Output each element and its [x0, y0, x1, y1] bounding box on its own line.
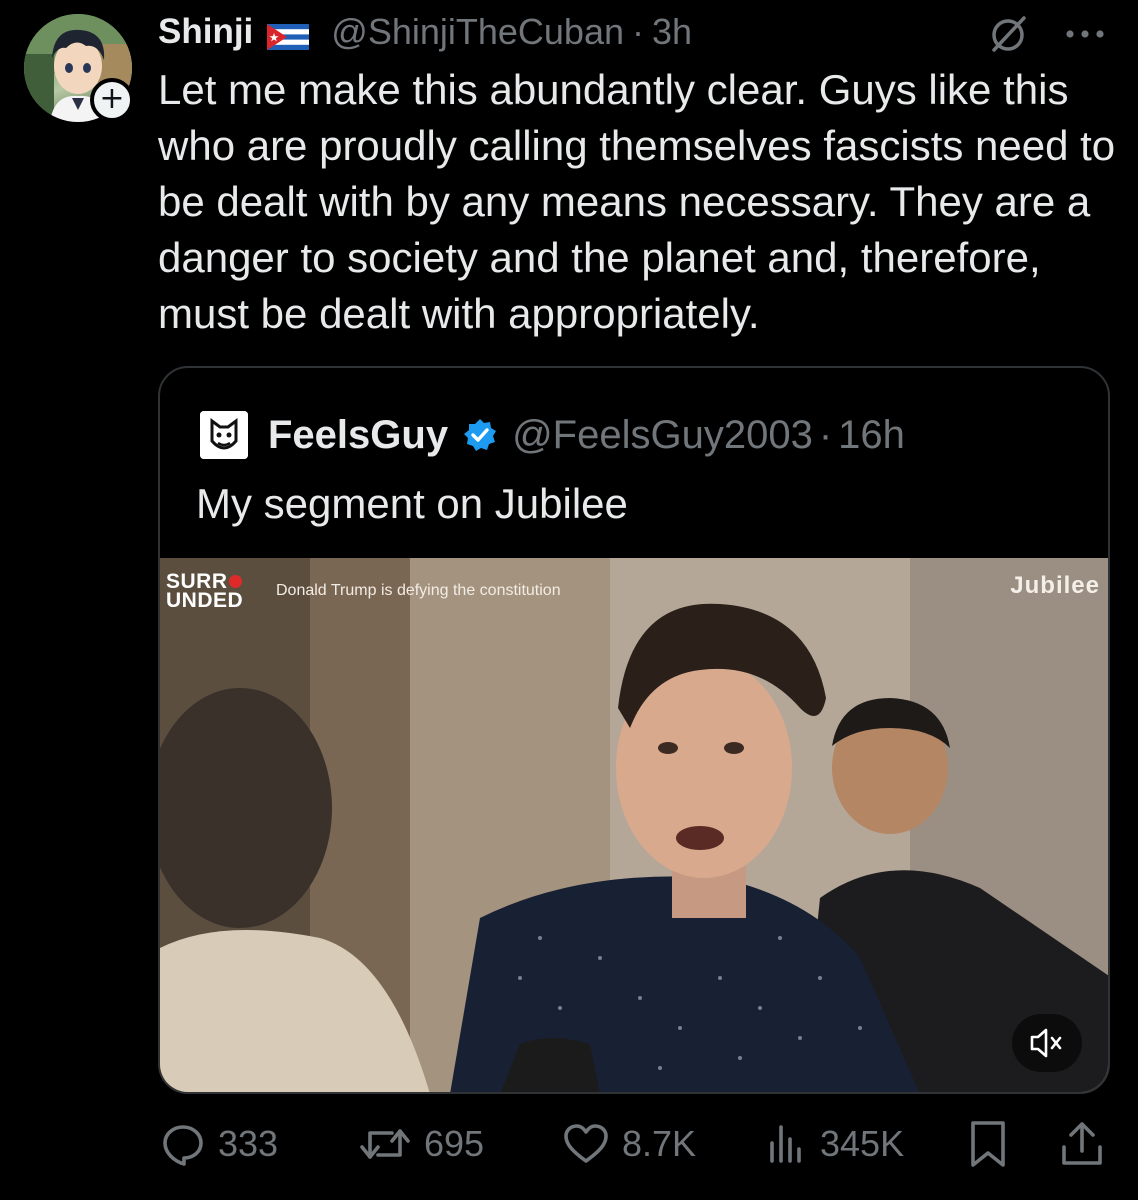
- verified-badge-icon[interactable]: [462, 417, 498, 453]
- quoted-author-display-name[interactable]: FeelsGuy: [268, 413, 448, 458]
- heart-icon: [562, 1121, 610, 1167]
- more-options-icon[interactable]: [1062, 22, 1108, 46]
- reply-count: 333: [218, 1123, 279, 1164]
- quoted-post-header: FeelsGuy @FeelsGuy2003 · 16h: [200, 410, 905, 460]
- quoted-post-card[interactable]: FeelsGuy @FeelsGuy2003 · 16h My segment …: [158, 366, 1110, 1094]
- mute-toggle-button[interactable]: [1012, 1014, 1082, 1072]
- follow-plus-button[interactable]: +: [90, 78, 134, 122]
- post-timestamp[interactable]: 3h: [652, 11, 692, 53]
- separator-dot: ·: [818, 412, 833, 457]
- post-text: Let me make this abundantly clear. Guys …: [158, 66, 1116, 337]
- repost-button[interactable]: 695: [358, 1114, 484, 1174]
- author-avatar-container[interactable]: +: [24, 14, 134, 124]
- video-caption: Donald Trump is defying the constitution: [276, 582, 561, 599]
- tweet[interactable]: + Shinji @ShinjiTheCuban · 3h Let me mak…: [0, 0, 1138, 1200]
- quoted-post-timestamp[interactable]: 16h: [838, 413, 905, 458]
- brand-red-dot: [228, 575, 242, 588]
- repost-count: 695: [424, 1123, 485, 1164]
- separator-dot: ·: [632, 11, 644, 52]
- speaker-muted-icon: [1030, 1028, 1062, 1058]
- like-count: 8.7K: [622, 1123, 697, 1164]
- video-frame: [160, 558, 1108, 1092]
- cuba-flag-icon: [267, 19, 310, 50]
- author-display-name[interactable]: Shinji: [158, 12, 253, 52]
- bookmark-icon: [966, 1119, 1010, 1169]
- reply-button[interactable]: 333: [160, 1114, 278, 1174]
- brand-line-2: UNDED: [166, 589, 244, 612]
- action-bar: 333 695 8.7K 345K: [0, 1114, 1138, 1174]
- repost-icon: [358, 1121, 412, 1167]
- bookmark-button[interactable]: [966, 1114, 1010, 1174]
- views-chart-icon: [764, 1121, 808, 1167]
- reply-icon: [160, 1121, 206, 1167]
- share-button[interactable]: [1058, 1114, 1106, 1174]
- share-icon: [1058, 1119, 1106, 1169]
- quoted-author-avatar[interactable]: [200, 411, 248, 459]
- grok-icon[interactable]: [986, 14, 1030, 54]
- jubilee-watermark: Jubilee: [1010, 572, 1100, 599]
- author-handle[interactable]: @ShinjiTheCuban: [331, 11, 624, 53]
- quoted-author-handle[interactable]: @FeelsGuy2003: [512, 413, 813, 458]
- video-player[interactable]: SURR UNDED Donald Trump is defying the c…: [160, 558, 1108, 1092]
- post-header: Shinji @ShinjiTheCuban · 3h: [158, 8, 692, 56]
- surrounded-logo: SURR UNDED: [166, 571, 244, 612]
- quoted-post-text: My segment on Jubilee: [196, 480, 628, 527]
- view-count: 345K: [820, 1123, 905, 1164]
- views-button[interactable]: 345K: [764, 1114, 904, 1174]
- like-button[interactable]: 8.7K: [562, 1114, 696, 1174]
